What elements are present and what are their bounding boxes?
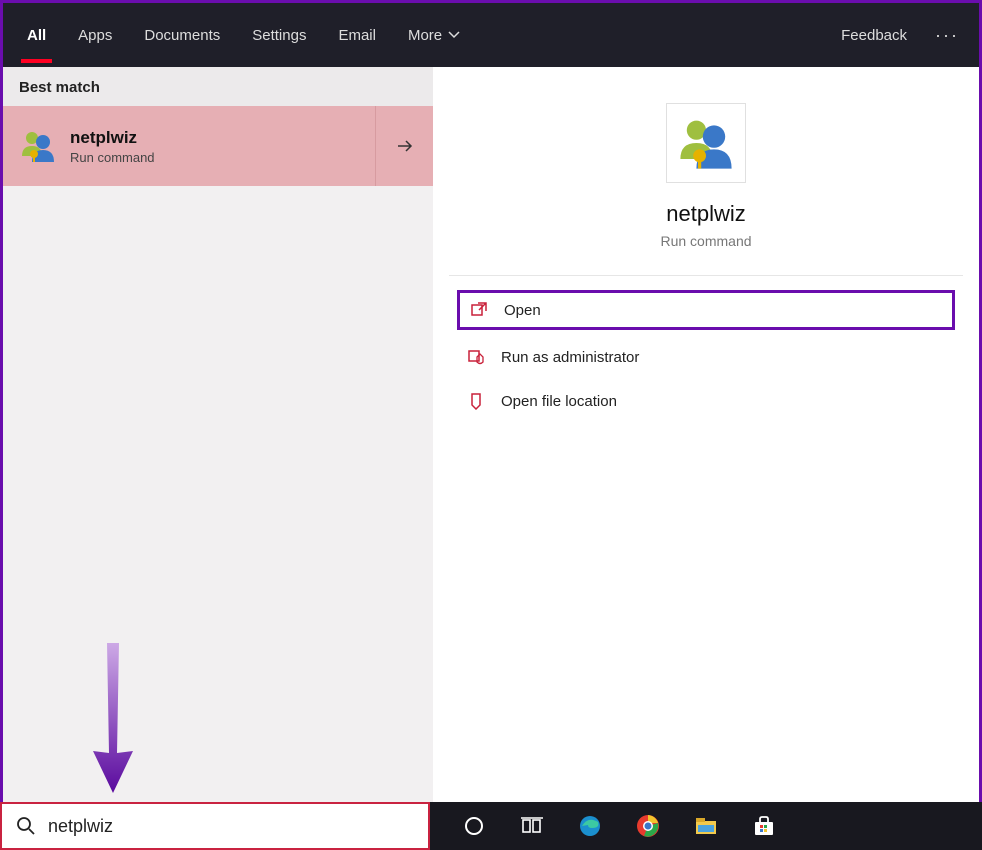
- taskbar-chrome-button[interactable]: [634, 812, 662, 840]
- microsoft-store-icon: [752, 814, 776, 838]
- chevron-down-icon: [448, 29, 460, 41]
- search-filter-tabs: All Apps Documents Settings Email More F…: [3, 3, 979, 67]
- action-open-file-location[interactable]: Open file location: [457, 384, 955, 418]
- open-icon: [470, 301, 488, 319]
- tab-label: Apps: [78, 27, 112, 44]
- tab-email[interactable]: Email: [322, 3, 392, 67]
- action-run-as-administrator[interactable]: Run as administrator: [457, 340, 955, 374]
- section-best-match: Best match: [3, 67, 433, 106]
- annotation-arrow: [83, 643, 143, 793]
- tab-settings[interactable]: Settings: [236, 3, 322, 67]
- tab-all[interactable]: All: [11, 3, 62, 67]
- ellipsis-icon: ···: [935, 25, 959, 45]
- taskbar-store-button[interactable]: [750, 812, 778, 840]
- tab-label: Email: [338, 27, 376, 44]
- taskbar-explorer-button[interactable]: [692, 812, 720, 840]
- result-title: netplwiz: [70, 127, 155, 149]
- results-pane: Best match netplwiz: [3, 67, 433, 847]
- tab-more[interactable]: More: [392, 3, 476, 67]
- tab-documents[interactable]: Documents: [128, 3, 236, 67]
- result-main[interactable]: netplwiz Run command: [6, 106, 375, 186]
- taskbar-edge-button[interactable]: [576, 812, 604, 840]
- taskbar-search-box[interactable]: [0, 802, 430, 850]
- result-row-netplwiz: netplwiz Run command: [3, 106, 433, 186]
- location-icon: [467, 392, 485, 410]
- result-subtitle: Run command: [70, 150, 155, 165]
- chrome-icon: [636, 814, 660, 838]
- shield-icon: [467, 348, 485, 366]
- tab-label: Documents: [144, 27, 220, 44]
- file-explorer-icon: [694, 814, 718, 838]
- tab-apps[interactable]: Apps: [62, 3, 128, 67]
- action-label: Open: [504, 302, 541, 319]
- action-label: Run as administrator: [501, 349, 639, 366]
- detail-pane: netplwiz Run command Open Run as adminis…: [433, 67, 979, 847]
- feedback-link[interactable]: Feedback: [825, 27, 923, 44]
- detail-title: netplwiz: [449, 201, 963, 227]
- arrow-right-icon: [396, 137, 414, 155]
- user-accounts-icon: [674, 111, 738, 175]
- action-label: Open file location: [501, 393, 617, 410]
- edge-icon: [578, 814, 602, 838]
- action-open[interactable]: Open: [457, 290, 955, 330]
- search-input[interactable]: [48, 816, 414, 837]
- tab-label: All: [27, 27, 46, 44]
- more-options-button[interactable]: ···: [923, 25, 971, 46]
- detail-icon-box: [666, 103, 746, 183]
- search-icon: [16, 816, 36, 836]
- tab-label: More: [408, 27, 442, 44]
- task-view-icon: [521, 815, 543, 837]
- divider: [449, 275, 963, 276]
- detail-subtitle: Run command: [449, 233, 963, 249]
- tab-label: Settings: [252, 27, 306, 44]
- user-accounts-icon: [18, 126, 58, 166]
- taskbar-cortana-button[interactable]: [460, 812, 488, 840]
- taskbar-taskview-button[interactable]: [518, 812, 546, 840]
- feedback-label: Feedback: [841, 27, 907, 44]
- expand-result-button[interactable]: [375, 106, 433, 186]
- taskbar: [0, 802, 982, 850]
- cortana-icon: [463, 815, 485, 837]
